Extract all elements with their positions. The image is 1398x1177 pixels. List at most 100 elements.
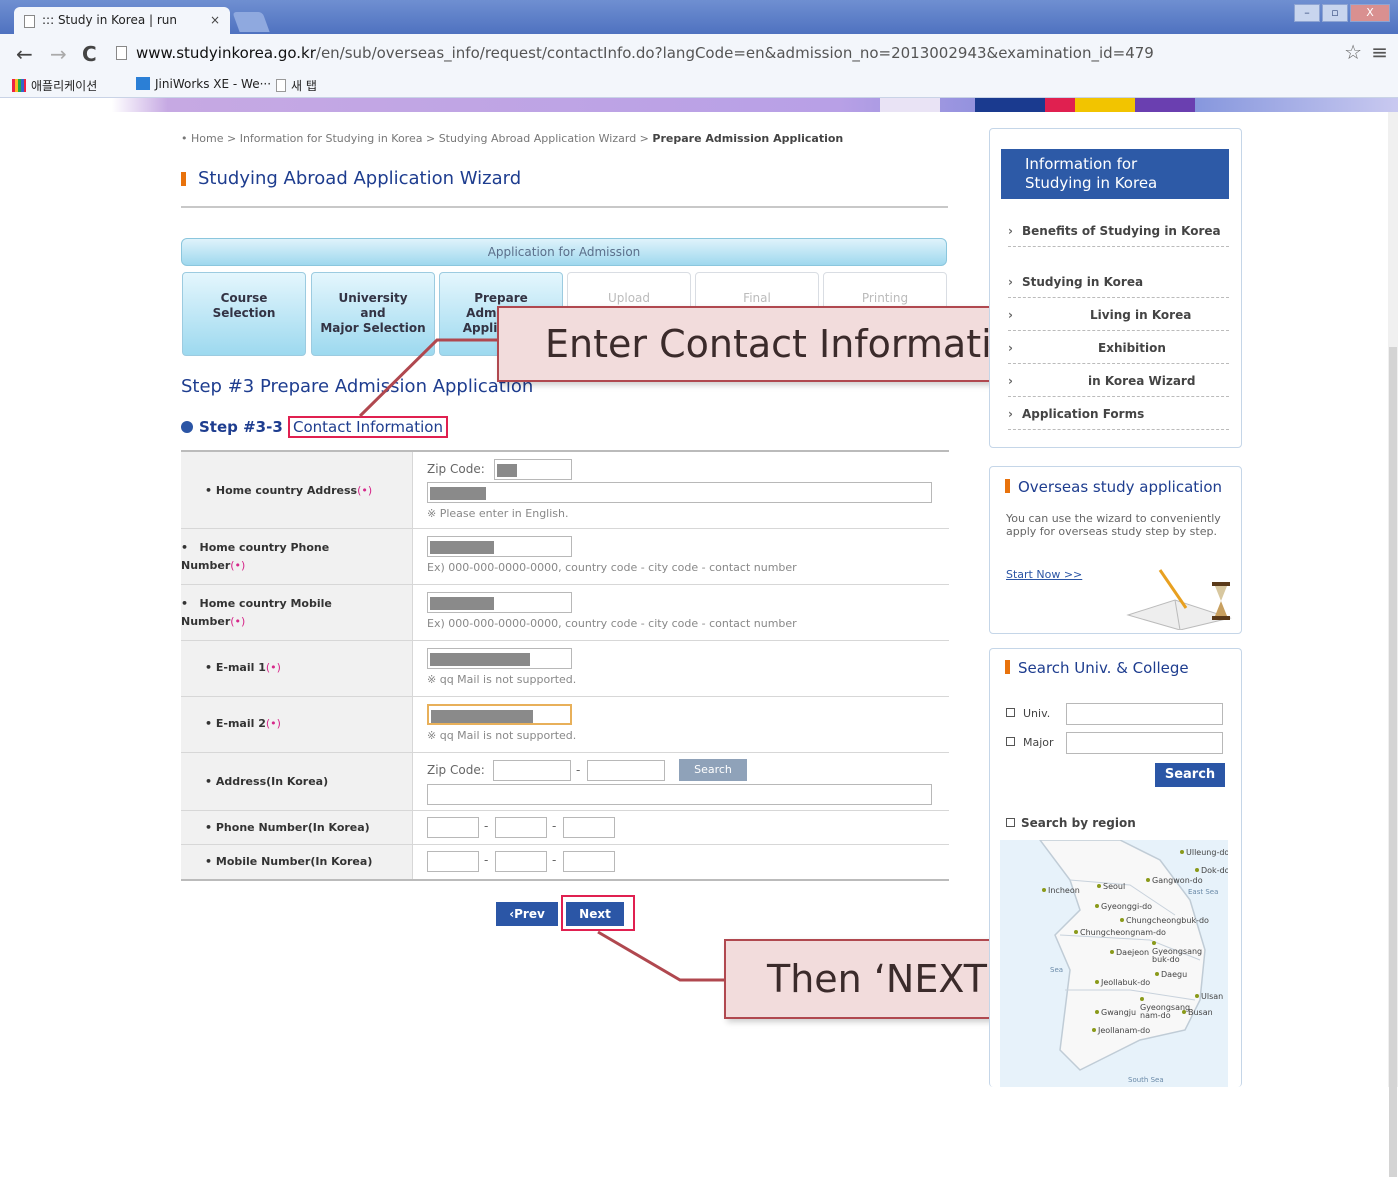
contact-info-highlight: Contact Information [288, 416, 448, 438]
breadcrumb-home[interactable]: Home [191, 132, 223, 145]
window-controls: – ▫ X [1294, 4, 1390, 22]
row-korea-address: • Address(In Korea) Zip Code: - Search [181, 753, 949, 811]
sidebar-item-living[interactable]: Living in Korea [1008, 304, 1229, 331]
sidebar-item-benefits[interactable]: Benefits of Studying in Korea [1008, 220, 1229, 247]
breadcrumb-wizard[interactable]: Studying Abroad Application Wizard [439, 132, 636, 145]
sidebar-item-studying[interactable]: Studying in Korea [1008, 271, 1229, 298]
region-chungbuk[interactable]: Chungcheongbuk-do [1120, 916, 1209, 925]
phone-format-hint: Ex) 000-000-0000-0000, country code - ci… [427, 617, 797, 630]
menu-icon[interactable]: ≡ [1371, 40, 1388, 64]
browser-tab-bar: ::: Study in Korea | run × – ▫ X [0, 0, 1398, 34]
field-label: • Mobile Number(In Korea) [205, 855, 373, 868]
major-search-input[interactable] [1066, 732, 1223, 754]
english-hint: ※ Please enter in English. [427, 507, 569, 520]
start-now-link[interactable]: Start Now >> [1006, 568, 1082, 581]
page-scrollbar[interactable] [1388, 112, 1398, 1177]
maximize-button[interactable]: ▫ [1322, 4, 1348, 22]
korea-phone-part2[interactable] [495, 817, 547, 838]
bullet-circle-icon [181, 421, 193, 433]
minimize-button[interactable]: – [1294, 4, 1320, 22]
scrollbar-thumb[interactable] [1389, 347, 1397, 1177]
region-gangwon[interactable]: Gangwon-do [1146, 876, 1203, 885]
phone-format-hint: Ex) 000-000-0000-0000, country code - ci… [427, 561, 797, 574]
region-seoul[interactable]: Seoul [1097, 882, 1125, 891]
overseas-description: You can use the wizard to conveniently a… [1006, 512, 1221, 538]
bookmark-new-tab[interactable]: 새 탭 [276, 77, 317, 94]
close-window-button[interactable]: X [1350, 4, 1390, 22]
email1-input[interactable] [427, 648, 572, 669]
bookmark-apps[interactable]: 애플리케이션 [12, 77, 97, 94]
region-gwangju[interactable]: Gwangju [1095, 1008, 1136, 1017]
url-path: /en/sub/overseas_info/request/contactInf… [315, 44, 1154, 62]
email2-input[interactable] [427, 704, 572, 725]
row-home-phone: • Home country Phone Number(•) Ex) 000-0… [181, 529, 949, 585]
region-ulleung[interactable]: Ulleung-do [1180, 848, 1228, 857]
korea-phone-part3[interactable] [563, 817, 615, 838]
region-label: Search by region [1006, 816, 1136, 830]
region-gyeongbuk[interactable]: Gyeongsang buk-do [1152, 940, 1207, 964]
korea-region-map[interactable]: Ulleung-do Dok-do Gangwon-do Seoul Inche… [1000, 840, 1228, 1087]
reload-icon[interactable]: C [82, 42, 97, 66]
qq-mail-hint: ※ qq Mail is not supported. [427, 673, 577, 686]
row-email2: • E-mail 2(•) ※ qq Mail is not supported… [181, 697, 949, 753]
overseas-title: Overseas study application [1005, 478, 1222, 496]
sidebar-item-forms[interactable]: Application Forms [1008, 403, 1229, 430]
korea-zip-input-1[interactable] [493, 760, 571, 781]
region-busan[interactable]: Busan [1182, 1008, 1213, 1017]
zip-code-label: Zip Code: [427, 763, 485, 777]
field-label: • Address(In Korea) [205, 775, 329, 788]
region-dokdo[interactable]: Dok-do [1195, 866, 1228, 875]
sidebar-item-exhibition[interactable]: Exhibition [1008, 337, 1229, 364]
region-jeonbuk[interactable]: Jeollabuk-do [1095, 978, 1150, 987]
korea-address-input[interactable] [427, 784, 932, 805]
breadcrumb-info[interactable]: Information for Studying in Korea [240, 132, 423, 145]
label-west-sea: Sea [1050, 966, 1064, 974]
page-icon [276, 79, 286, 92]
page-icon [24, 15, 35, 28]
region-jeonnam[interactable]: Jeollanam-do [1092, 1026, 1150, 1035]
region-daejeon[interactable]: Daejeon [1110, 948, 1149, 957]
wizard-step-university[interactable]: University and Major Selection [311, 272, 435, 356]
page-title: Studying Abroad Application Wizard [181, 168, 521, 189]
home-phone-input[interactable] [427, 536, 572, 557]
tab-title: ::: Study in Korea | run [42, 13, 177, 27]
major-label: Major [1006, 736, 1054, 749]
forward-arrow-icon[interactable]: → [50, 42, 67, 66]
home-address-input[interactable] [427, 482, 932, 503]
row-korea-phone: • Phone Number(In Korea) - - [181, 811, 949, 845]
breadcrumb-current: Prepare Admission Application [652, 132, 844, 145]
zip-search-button[interactable]: Search [679, 759, 747, 781]
korea-mobile-part2[interactable] [495, 851, 547, 872]
home-mobile-input[interactable] [427, 592, 572, 613]
zip-code-input[interactable] [494, 459, 572, 480]
row-korea-mobile: • Mobile Number(In Korea) - - [181, 845, 949, 881]
univ-search-input[interactable] [1066, 703, 1223, 725]
region-gyeonggi[interactable]: Gyeonggi-do [1095, 902, 1152, 911]
label-south-sea: South Sea [1128, 1076, 1164, 1084]
back-arrow-icon[interactable]: ← [16, 42, 33, 66]
region-chungnam[interactable]: Chungcheongnam-do [1074, 928, 1166, 937]
w-logo-icon [136, 77, 150, 90]
univ-search-button[interactable]: Search [1155, 763, 1225, 787]
new-tab-button[interactable] [232, 12, 270, 32]
field-label: • Home country Phone Number(•) [181, 541, 330, 572]
sidebar-item-wizard[interactable]: in Korea Wizard [1008, 370, 1229, 397]
region-daegu[interactable]: Daegu [1155, 970, 1187, 979]
bookmark-jiniworks[interactable]: JiniWorks XE - We··· [136, 77, 271, 91]
korea-zip-input-2[interactable] [587, 760, 665, 781]
book-hourglass-icon [1126, 569, 1232, 630]
korea-mobile-part1[interactable] [427, 851, 479, 872]
region-ulsan[interactable]: Ulsan [1195, 992, 1223, 1001]
row-home-address: • Home country Address(•) Zip Code: ※ Pl… [181, 450, 949, 529]
prev-button[interactable]: ‹Prev [496, 902, 558, 926]
address-bar[interactable]: www.studyinkorea.go.kr/en/sub/overseas_i… [110, 39, 1335, 67]
korea-phone-part1[interactable] [427, 817, 479, 838]
tab-close-icon[interactable]: × [210, 7, 220, 34]
bookmark-star-icon[interactable]: ☆ [1344, 40, 1362, 64]
korea-mobile-part3[interactable] [563, 851, 615, 872]
next-button[interactable]: Next [566, 902, 624, 926]
wizard-step-course[interactable]: Course Selection [182, 272, 306, 356]
browser-tab[interactable]: ::: Study in Korea | run × [14, 7, 230, 34]
region-incheon[interactable]: Incheon [1042, 886, 1080, 895]
info-panel-title: Information for Studying in Korea [1001, 149, 1229, 199]
